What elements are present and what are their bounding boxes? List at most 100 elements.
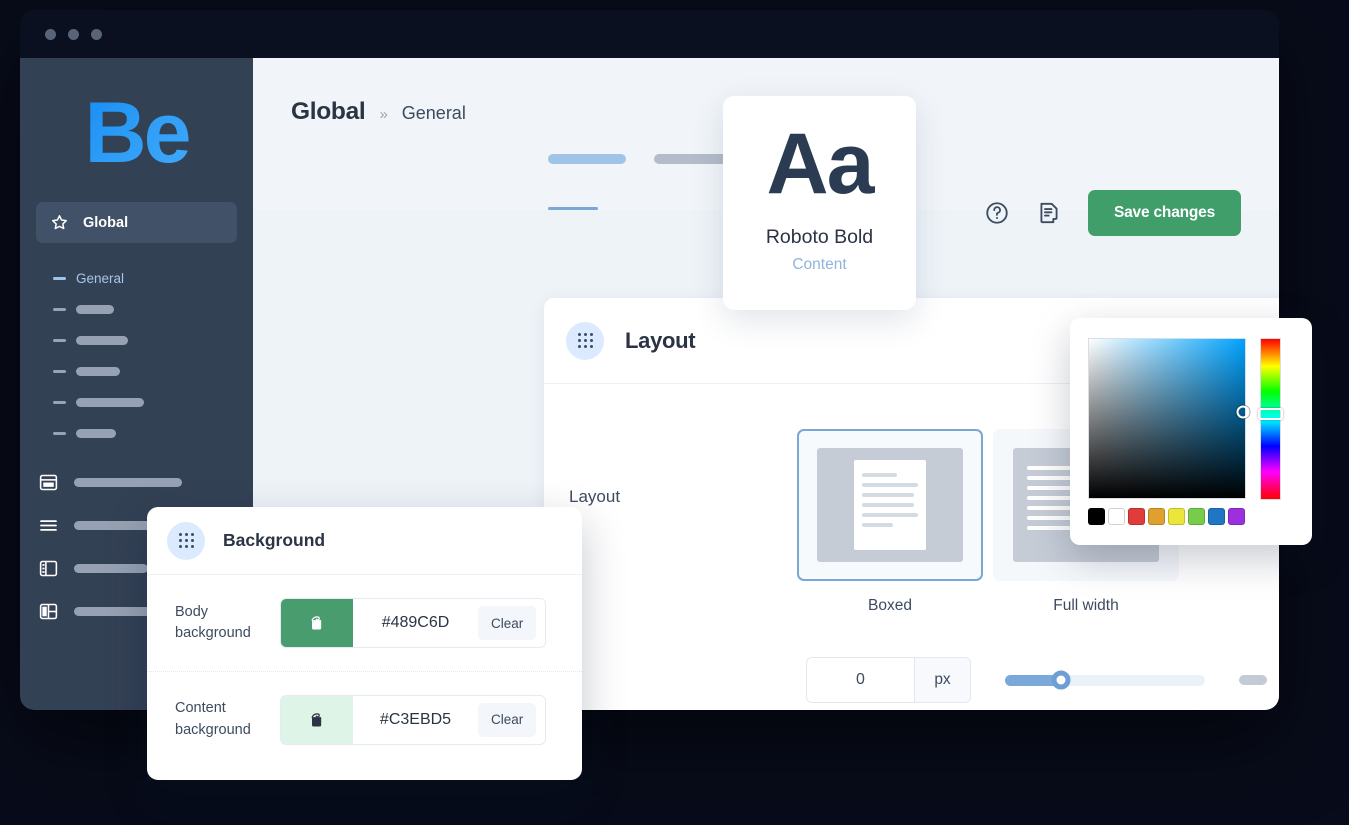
save-changes-button[interactable]: Save changes: [1088, 190, 1241, 236]
header-actions: Save changes: [984, 190, 1241, 236]
preset-swatch-2[interactable]: [1128, 508, 1145, 525]
layout-row-label: Layout: [569, 487, 621, 506]
body-background-row: Body background #489C6D Clear: [147, 575, 582, 671]
layout-option-fullwidth-label: Full width: [1053, 597, 1119, 614]
body-background-field[interactable]: #489C6D Clear: [280, 598, 547, 648]
size-input-group[interactable]: px: [806, 657, 971, 703]
color-picker-popup: [1070, 318, 1312, 545]
background-popup-header: Background: [147, 507, 582, 575]
paint-bucket-icon: [311, 712, 322, 726]
sidebar-sub-item[interactable]: [36, 325, 237, 356]
hue-slider[interactable]: [1258, 338, 1283, 500]
sidebar-item-global-label: Global: [83, 214, 129, 231]
dash-icon: [53, 308, 66, 311]
tab-placeholder-bar: [548, 154, 626, 164]
font-sample-text: Aa: [766, 116, 875, 212]
layout-card-title: Layout: [625, 327, 696, 353]
screenshot-stage: Be Global General Global » General Save …: [0, 0, 1349, 825]
body-background-clear-button[interactable]: Clear: [478, 606, 537, 640]
sidebar-item-header[interactable]: [36, 461, 237, 504]
content-background-swatch[interactable]: [281, 695, 353, 744]
breadcrumb-separator-icon: »: [379, 106, 388, 123]
dash-icon: [53, 277, 66, 280]
background-popup: Background Body background #489C6D Clear…: [147, 507, 582, 780]
document-note-icon[interactable]: [1036, 200, 1062, 226]
question-circle-icon[interactable]: [984, 200, 1010, 226]
brand-logo[interactable]: Be: [36, 58, 237, 202]
breadcrumb-current: General: [401, 103, 466, 123]
placeholder-bar: [76, 398, 144, 407]
sidebar-item-general-label: General: [76, 271, 125, 286]
content-background-field[interactable]: #C3EBD5 Clear: [280, 694, 547, 745]
body-background-swatch[interactable]: [281, 599, 353, 647]
sidebar-sub-item[interactable]: [36, 387, 237, 418]
placeholder-bar: [76, 336, 128, 345]
placeholder-bar: [74, 564, 148, 573]
font-role-label: Content: [792, 256, 847, 274]
placeholder-bar: [1239, 675, 1267, 685]
placeholder-bar: [76, 305, 114, 314]
body-background-hex: #489C6D: [381, 614, 450, 631]
columns-layout-icon: [39, 603, 58, 620]
window-controls: [45, 28, 102, 40]
maximize-icon[interactable]: [91, 28, 102, 40]
content-background-row: Content background #C3EBD5 Clear: [147, 671, 582, 767]
font-preview-card[interactable]: Aa Roboto Bold Content: [723, 96, 916, 310]
layout-option-boxed-label: Boxed: [868, 597, 912, 614]
size-unit-label: px: [914, 658, 970, 702]
layout-option-boxed[interactable]: Boxed: [797, 429, 983, 615]
brand-logo-text: Be: [36, 90, 237, 176]
preset-swatch-6[interactable]: [1208, 508, 1225, 525]
size-input[interactable]: [807, 658, 914, 702]
drag-grid-icon[interactable]: [566, 321, 604, 360]
hue-slider-handle[interactable]: [1258, 408, 1283, 421]
preset-swatch-1[interactable]: [1108, 508, 1125, 525]
window-header-icon: [39, 474, 58, 491]
boxed-thumbnail: [817, 448, 963, 562]
content-background-clear-button[interactable]: Clear: [478, 702, 537, 737]
sidebar-sub-list: General: [36, 263, 237, 449]
dash-icon: [53, 401, 66, 404]
paint-bucket-icon: [311, 616, 322, 630]
placeholder-bar: [76, 429, 116, 438]
drag-grid-icon[interactable]: [167, 521, 205, 560]
sidebar-sub-item[interactable]: [36, 294, 237, 325]
minimize-icon[interactable]: [68, 28, 79, 40]
background-popup-title: Background: [223, 530, 326, 550]
star-icon: [52, 215, 67, 230]
sidebar-item-global[interactable]: Global: [36, 202, 237, 243]
breadcrumb-root[interactable]: Global: [291, 98, 366, 126]
preset-swatch-5[interactable]: [1188, 508, 1205, 525]
dash-icon: [53, 339, 66, 342]
saturation-value-area[interactable]: [1088, 338, 1250, 499]
sidebar-item-general[interactable]: General: [36, 263, 237, 294]
placeholder-bar: [74, 478, 182, 487]
saturation-cursor[interactable]: [1236, 405, 1250, 419]
placeholder-bar: [76, 367, 120, 376]
content-background-label: Content background: [175, 700, 251, 738]
extra-placeholders: [1239, 675, 1279, 685]
layout-size-row: px: [544, 615, 1279, 703]
tab-2[interactable]: [654, 144, 734, 210]
font-name-label: Roboto Bold: [765, 226, 874, 249]
sidebar-sub-item[interactable]: [36, 356, 237, 387]
close-icon[interactable]: [45, 28, 56, 40]
window-titlebar: [20, 10, 1279, 58]
boxed-page: [854, 460, 926, 550]
preset-swatch-4[interactable]: [1168, 508, 1185, 525]
dash-icon: [53, 432, 66, 435]
preset-swatch-row: [1088, 508, 1246, 525]
color-picker-left: [1088, 338, 1250, 525]
dash-icon: [53, 370, 66, 373]
tab-placeholder-bar: [654, 154, 734, 164]
content-background-hex: #C3EBD5: [379, 710, 452, 728]
layout-option-boxed-preview: [797, 429, 983, 581]
preset-swatch-3[interactable]: [1148, 508, 1165, 525]
sidebar-sub-item[interactable]: [36, 418, 237, 449]
preset-swatch-0[interactable]: [1088, 508, 1105, 525]
slider-knob[interactable]: [1051, 670, 1071, 690]
tab-1[interactable]: [548, 144, 626, 210]
preset-swatch-7[interactable]: [1228, 508, 1245, 525]
size-slider[interactable]: [1005, 670, 1205, 690]
sidebar-list-icon: [39, 560, 58, 577]
